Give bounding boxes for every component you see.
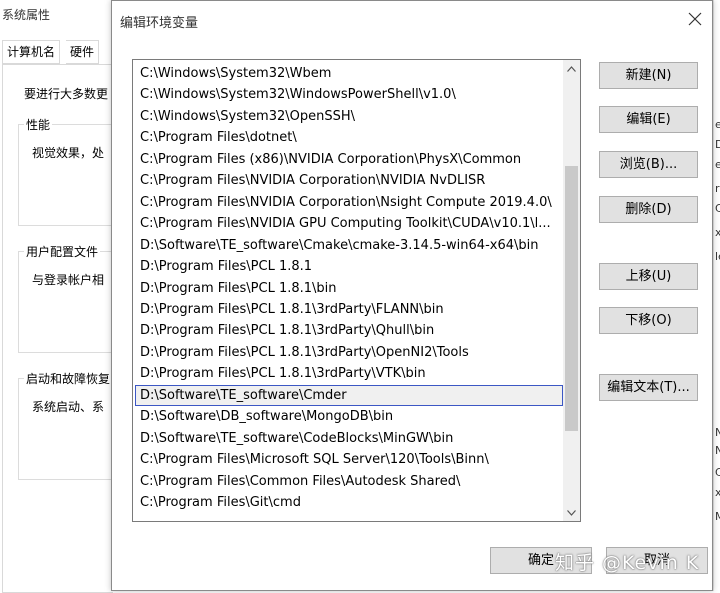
path-list-item[interactable]: D:\Program Files\PCL 1.8.1\3rdParty\VTK\… xyxy=(135,363,563,384)
startup-group xyxy=(18,378,113,480)
path-list-item[interactable]: C:\Windows\System32\OpenSSH\ xyxy=(135,106,563,127)
path-list-item[interactable]: D:\Program Files\PCL 1.8.1\3rdParty\FLAN… xyxy=(135,299,563,320)
edge-char: C xyxy=(715,466,720,479)
edit-environment-variable-dialog: 编辑环境变量 C:\Windows\System32\Wbem C:\Window… xyxy=(111,0,713,591)
scrollbar-thumb[interactable] xyxy=(565,166,578,431)
background-window-right-edge xyxy=(713,0,720,591)
path-list-item[interactable]: D:\Program Files\PCL 1.8.1 xyxy=(135,256,563,277)
path-list-scrollbar[interactable] xyxy=(563,60,580,521)
path-list-item[interactable]: D:\Program Files\PCL 1.8.1\3rdParty\Open… xyxy=(135,342,563,363)
performance-group xyxy=(18,124,113,226)
path-list-item[interactable]: C:\Program Files (x86)\NVIDIA Corporatio… xyxy=(135,149,563,170)
move-up-button[interactable]: 上移(U) xyxy=(599,263,698,290)
path-list-item[interactable]: C:\Program Files\NVIDIA GPU Computing To… xyxy=(135,213,563,234)
dialog-title: 编辑环境变量 xyxy=(120,16,199,31)
edge-char: D xyxy=(715,138,720,151)
edge-char: x xyxy=(715,226,720,239)
edge-char: er xyxy=(715,158,720,171)
edge-char: r xyxy=(715,182,720,195)
startup-label: 启动和故障恢复 xyxy=(24,370,113,387)
path-list-item[interactable]: D:\Software\TE_software\Cmake\cmake-3.14… xyxy=(135,235,563,256)
edit-text-button[interactable]: 编辑文本(T)... xyxy=(599,374,698,401)
move-down-button[interactable]: 下移(O) xyxy=(599,307,698,334)
path-list-item[interactable]: D:\Software\TE_software\Cmder xyxy=(135,384,563,406)
system-properties-tabs: 计算机名 硬件 xyxy=(0,40,112,64)
performance-label: 性能 xyxy=(24,116,53,133)
path-list-item[interactable]: C:\Program Files\NVIDIA Corporation\Nsig… xyxy=(135,192,563,213)
tab-hardware[interactable]: 硬件 xyxy=(66,40,100,64)
edge-char: M xyxy=(715,510,720,523)
path-list-item[interactable]: C:\Windows\System32\WindowsPowerShell\v1… xyxy=(135,84,563,105)
path-list-item[interactable]: D:\Program Files\PCL 1.8.1\3rdParty\Qhul… xyxy=(135,320,563,341)
browse-button[interactable]: 浏览(B)... xyxy=(599,151,698,178)
path-list-item[interactable]: D:\Program Files\PCL 1.8.1\bin xyxy=(135,278,563,299)
edge-char: N xyxy=(715,426,720,439)
close-icon[interactable] xyxy=(688,12,702,26)
path-list-item[interactable]: D:\Software\TE_software\CodeBlocks\MinGW… xyxy=(135,428,563,449)
watermark: 知乎 @Kevin K xyxy=(555,552,700,574)
edge-char: le xyxy=(715,250,720,263)
tab-computer-name[interactable]: 计算机名 xyxy=(2,40,61,64)
chevron-down-icon xyxy=(567,509,576,516)
path-list-item[interactable]: C:\Program Files\Microsoft SQL Server\12… xyxy=(135,449,563,470)
edge-char: e xyxy=(715,118,720,131)
scroll-up-button[interactable] xyxy=(563,60,580,77)
performance-text: 视觉效果，处 xyxy=(32,146,105,160)
user-profiles-text: 与登录帐户相 xyxy=(32,273,105,287)
user-profiles-group xyxy=(18,251,113,353)
path-list-item[interactable]: C:\Program Files\dotnet\ xyxy=(135,127,563,148)
system-properties-title: 系统属性 xyxy=(2,8,51,22)
edge-char: N xyxy=(715,444,720,457)
new-button[interactable]: 新建(N) xyxy=(599,62,698,89)
edge-char: x xyxy=(715,486,720,499)
path-list-item[interactable]: C:\Program Files\NVIDIA Corporation\NVID… xyxy=(135,170,563,191)
path-list-item[interactable]: D:\Software\DB_software\MongoDB\bin xyxy=(135,406,563,427)
edit-button[interactable]: 编辑(E) xyxy=(599,106,698,133)
edge-char: C xyxy=(715,202,720,215)
scroll-down-button[interactable] xyxy=(563,504,580,521)
startup-text: 系统启动、系 xyxy=(32,400,105,414)
path-list-item[interactable]: C:\Program Files\Git\cmd xyxy=(135,492,563,513)
intro-text: 要进行大多数更 xyxy=(24,87,109,101)
user-profiles-label: 用户配置文件 xyxy=(24,243,101,260)
chevron-up-icon xyxy=(567,65,576,72)
path-list[interactable]: C:\Windows\System32\Wbem C:\Windows\Syste… xyxy=(132,59,581,522)
delete-button[interactable]: 删除(D) xyxy=(599,196,698,223)
path-list-item[interactable]: C:\Windows\System32\Wbem xyxy=(135,63,563,84)
path-list-item[interactable]: C:\Program Files\Common Files\Autodesk S… xyxy=(135,471,563,492)
